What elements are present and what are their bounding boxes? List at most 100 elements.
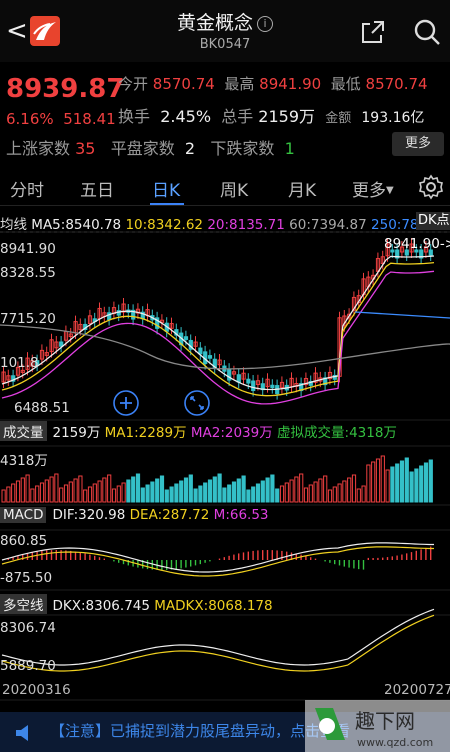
- volume-bar: [265, 477, 270, 503]
- candle: [6, 369, 11, 387]
- candle: [241, 367, 246, 386]
- date-end: 20200727: [384, 682, 450, 698]
- volume-bar: [241, 475, 246, 503]
- dkx-value: DKX:8306.745: [52, 598, 150, 614]
- date-start: 20200316: [2, 682, 71, 698]
- volume-bar: [236, 478, 241, 503]
- y-label-4: 101.8: [0, 355, 39, 371]
- candle: [155, 311, 160, 335]
- volume-bar: [25, 474, 30, 503]
- volume-bar: [327, 489, 333, 503]
- volume-bar: [399, 460, 405, 503]
- dkx-line: [1, 608, 435, 666]
- volume-bar: [351, 474, 357, 503]
- volume-bar: [59, 487, 64, 503]
- volume-bar: [337, 483, 342, 503]
- volume-total: 2159万: [52, 425, 101, 441]
- volume-bar: [102, 477, 107, 503]
- dkx-bottom: 5889.70: [0, 658, 56, 674]
- volume-bar: [6, 486, 11, 503]
- volume-bar: [49, 476, 54, 503]
- volume-bar: [54, 473, 59, 503]
- volume-bar: [198, 485, 203, 503]
- volume-bar: [155, 478, 160, 503]
- app-screen: < 黄金概念 i BK0547 8939.87 6.16% 518.41 今开 8…: [0, 0, 450, 752]
- volume-bar: [279, 485, 285, 503]
- volume-bar: [347, 477, 352, 503]
- volume-bar: [116, 485, 121, 503]
- volume-bar: [212, 476, 217, 503]
- volume-bar: [303, 487, 309, 503]
- candle: [107, 306, 112, 326]
- madkx-line: [1, 614, 435, 672]
- volume-bar: [150, 481, 155, 503]
- ma-line: [1, 261, 435, 397]
- volume-bar: [385, 469, 390, 503]
- ma-line: [1, 255, 435, 391]
- candle: [145, 303, 150, 322]
- volume-bar: [174, 483, 179, 503]
- watermark-url: www.qzd.com: [357, 736, 433, 749]
- dkx-top: 8306.74: [0, 620, 56, 636]
- candle: [260, 377, 265, 396]
- volume-bar: [419, 465, 424, 503]
- candle: [92, 312, 97, 328]
- low-marker: 6488.51: [14, 400, 70, 416]
- speaker-icon: [16, 725, 28, 741]
- candle: [323, 371, 328, 391]
- volume-bar: [404, 457, 409, 503]
- expand-icon[interactable]: [183, 389, 211, 417]
- candle: [131, 304, 136, 326]
- volume-bar: [78, 475, 83, 503]
- candle: [231, 365, 237, 381]
- volume-bar: [135, 473, 141, 503]
- candle: [159, 314, 165, 329]
- volume-bar: [308, 484, 313, 503]
- volume-bar: [87, 486, 93, 503]
- volume-bar: [39, 482, 45, 503]
- volume-bar: [217, 473, 222, 503]
- volume-bar: [423, 462, 429, 503]
- candle: [227, 363, 232, 387]
- macd-dea: DEA:287.72: [129, 507, 210, 523]
- volume-bar: [140, 487, 145, 503]
- volume-bar: [126, 479, 131, 503]
- zoom-in-icon[interactable]: [112, 389, 140, 417]
- macd-tag[interactable]: MACD: [0, 507, 47, 523]
- candle: [198, 342, 203, 360]
- volume-bar: [159, 475, 165, 503]
- volume-bar: [111, 488, 117, 503]
- macd-bottom: -875.50: [0, 570, 53, 586]
- watermark-logo: 趣下网 www.qzd.com: [305, 700, 450, 752]
- volume-bar: [63, 484, 69, 503]
- volume-bar: [371, 461, 376, 503]
- volume-tag[interactable]: 成交量: [0, 421, 47, 441]
- high-marker: 8941.90->: [384, 236, 450, 252]
- candle: [111, 301, 117, 320]
- volume-bar: [428, 459, 433, 503]
- dkx-tag[interactable]: 多空线: [0, 594, 47, 614]
- volume-bar: [284, 482, 289, 503]
- candle: [212, 353, 217, 374]
- volume-bar: [246, 489, 251, 503]
- volume-bar: [73, 478, 78, 503]
- macd-legend: MACD DIF:320.98 DEA:287.72 M:66.53: [0, 507, 269, 523]
- volume-bar: [299, 473, 304, 503]
- volume-bar: [294, 476, 299, 503]
- volume-bar: [203, 482, 208, 503]
- volume-bar: [44, 479, 49, 503]
- candle: [289, 372, 294, 393]
- volume-bar: [231, 481, 237, 503]
- y-label-top: 8941.90: [0, 241, 56, 257]
- macd-top: 860.85: [0, 533, 48, 549]
- volume-bar: [97, 480, 102, 503]
- volume-bar: [164, 489, 169, 503]
- volume-legend: 成交量 2159万 MA1:2289万 MA2:2039万 虚拟成交量:4318万: [0, 421, 397, 441]
- volume-bar: [289, 479, 294, 503]
- candle: [236, 368, 241, 389]
- candle: [270, 379, 275, 394]
- volume-scale: 4318万: [0, 453, 48, 469]
- vol-ma1: MA1:2289万: [104, 425, 187, 441]
- volume-bar: [375, 458, 381, 503]
- volume-bar: [390, 466, 395, 503]
